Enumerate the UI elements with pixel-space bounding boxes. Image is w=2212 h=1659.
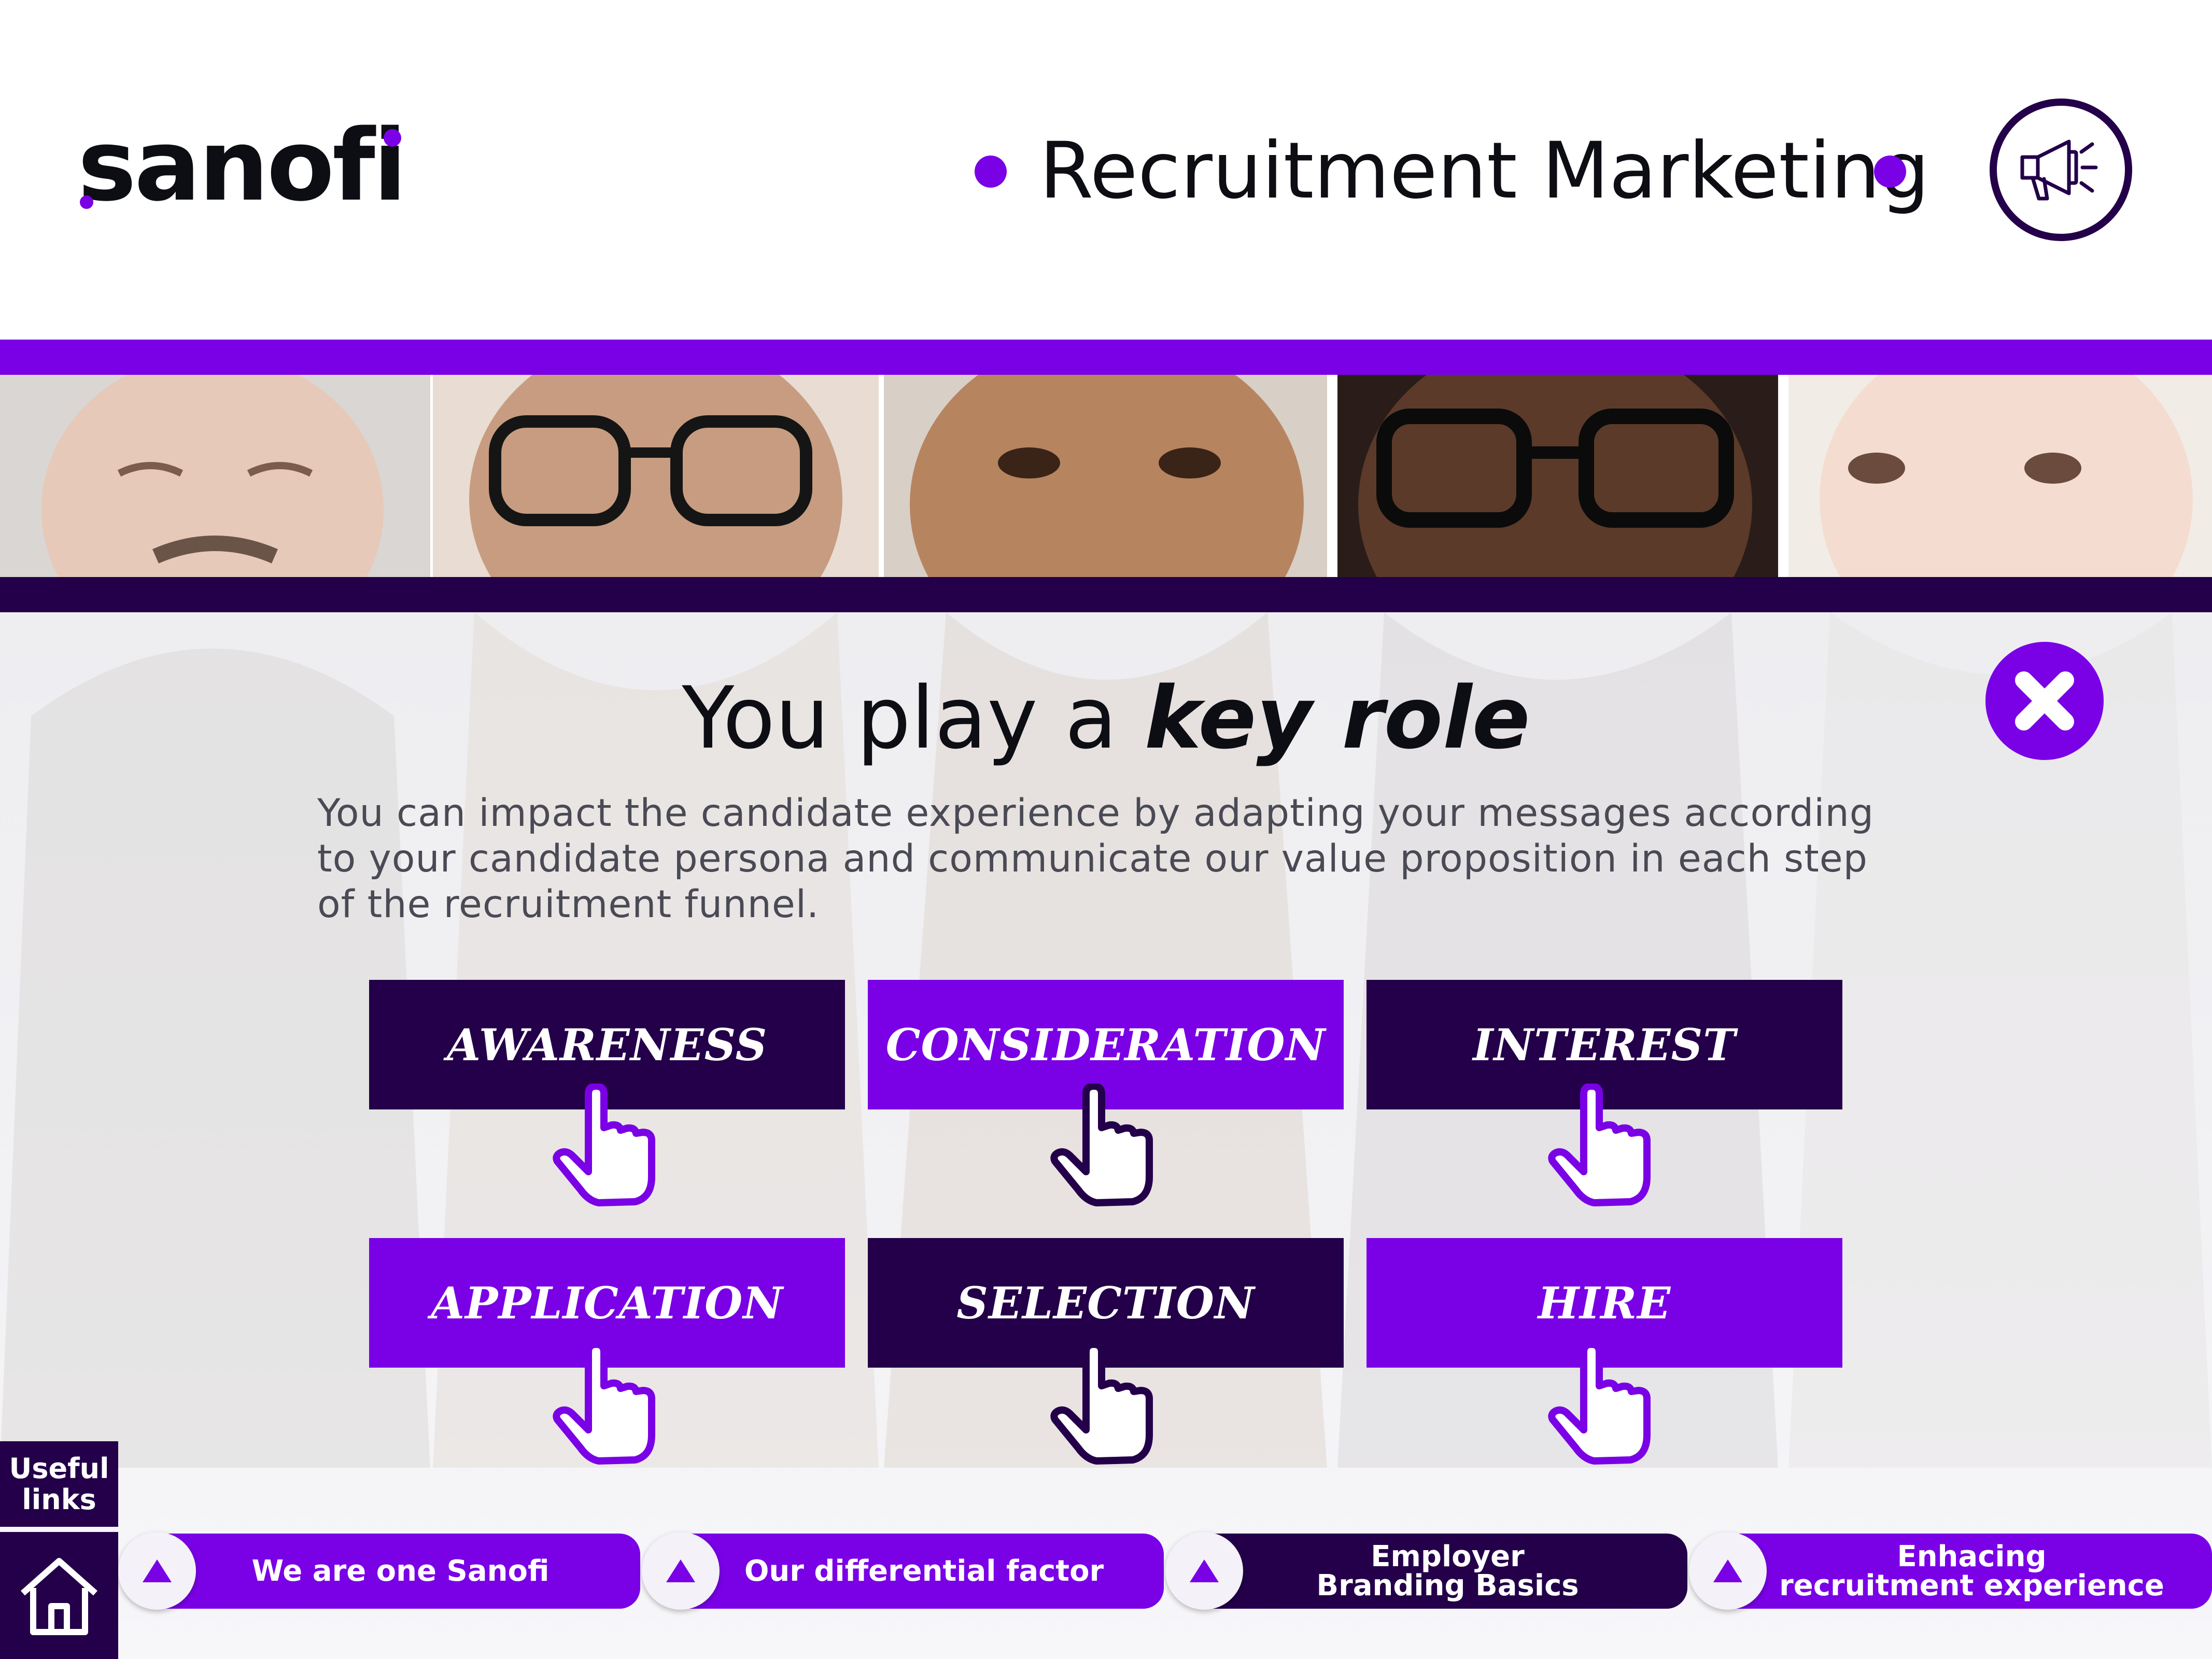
nav-label: Enhacing — [1897, 1539, 2047, 1573]
nav-we-are-one-sanofi[interactable]: We are one Sanofi — [161, 1534, 640, 1609]
nav-expand-button[interactable] — [1165, 1532, 1243, 1610]
pointer-hand-icon[interactable] — [1050, 1084, 1164, 1208]
intro-line: You can impact the candidate experience … — [317, 791, 1875, 835]
intro-line: of the recruitment funnel. — [317, 882, 820, 926]
pointer-hand-icon[interactable] — [552, 1084, 666, 1208]
logo-dot — [80, 195, 93, 209]
title-bullet-left — [975, 156, 1007, 188]
nav-label: Our differential factor — [744, 1554, 1104, 1588]
pointer-hand-icon[interactable] — [1050, 1342, 1164, 1466]
megaphone-icon — [1990, 99, 2132, 241]
nav-our-differential-factor[interactable]: Our differential factor — [684, 1534, 1164, 1609]
nav-label: Branding Basics — [1316, 1568, 1579, 1602]
pointer-hand-icon[interactable] — [552, 1342, 666, 1466]
nav-expand-button[interactable] — [118, 1532, 196, 1610]
title-bullet-right — [1874, 156, 1906, 188]
step-label: AWARENESS — [446, 1019, 768, 1071]
step-label: HIRE — [1538, 1277, 1671, 1329]
heading-regular: You play a — [682, 668, 1145, 768]
portrait-image — [433, 375, 879, 577]
portrait-image — [884, 375, 1327, 577]
portrait-image — [1788, 375, 2212, 577]
portrait-image — [1337, 375, 1778, 577]
home-icon — [21, 1557, 97, 1635]
nav-employer-branding-basics[interactable]: Employer Branding Basics — [1208, 1534, 1687, 1609]
page-title: Recruitment Marketing — [1039, 126, 1930, 216]
nav-label: recruitment experience — [1779, 1568, 2164, 1602]
pointer-hand-icon[interactable] — [1547, 1342, 1661, 1466]
triangle-up-icon — [1713, 1559, 1742, 1582]
nav-expand-button[interactable] — [1689, 1532, 1767, 1610]
nav-expand-button[interactable] — [642, 1532, 720, 1610]
portrait-image — [0, 375, 430, 577]
nav-label: Employer — [1371, 1539, 1525, 1573]
step-label: CONSIDERATION — [885, 1019, 1326, 1071]
section-heading: You play a key role — [0, 671, 2212, 766]
logo-dot — [384, 129, 401, 147]
triangle-up-icon — [1190, 1559, 1219, 1582]
useful-links-label[interactable]: Useful links — [0, 1441, 118, 1527]
bottom-dark-band — [0, 577, 2212, 612]
top-purple-band — [0, 340, 2212, 375]
triangle-up-icon — [143, 1559, 172, 1582]
home-button[interactable] — [0, 1532, 118, 1659]
sanofi-logo: sanofi — [78, 117, 407, 215]
intro-line: to your candidate persona and communicat… — [317, 837, 1868, 881]
pointer-hand-icon[interactable] — [1547, 1084, 1661, 1208]
step-label: SELECTION — [956, 1277, 1255, 1329]
heading-emphasis: key role — [1144, 668, 1530, 768]
portrait-strip — [0, 375, 2212, 577]
nav-enhancing-recruitment-experience[interactable]: Enhacing recruitment experience — [1731, 1534, 2212, 1609]
nav-label: We are one Sanofi — [251, 1554, 550, 1588]
triangle-up-icon — [666, 1559, 695, 1582]
intro-paragraph: You can impact the candidate experience … — [317, 791, 1924, 927]
step-label: INTEREST — [1473, 1019, 1736, 1071]
step-label: APPLICATION — [430, 1277, 784, 1329]
logo-text: sanofi — [78, 108, 407, 223]
